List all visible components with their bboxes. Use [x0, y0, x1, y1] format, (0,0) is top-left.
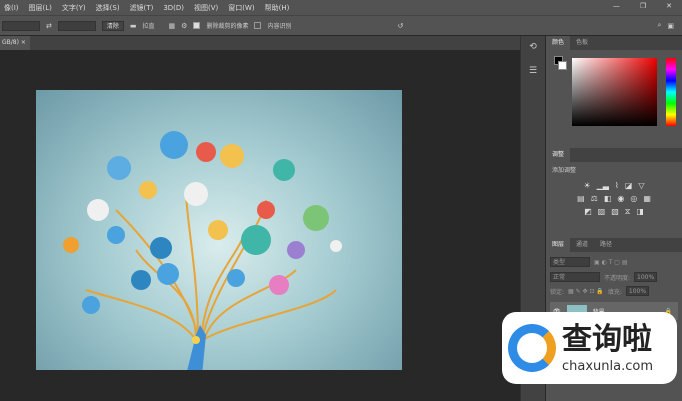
invert-icon[interactable]: ◩ [584, 207, 592, 217]
fill-label: 填充: [607, 288, 622, 296]
color-field[interactable] [572, 58, 657, 126]
undo-icon[interactable]: ↺ [397, 22, 403, 30]
brightness-icon[interactable]: ☀ [583, 181, 590, 190]
workspace-icon[interactable]: ▣ [667, 22, 674, 30]
black-white-icon[interactable]: ◧ [604, 194, 612, 203]
tab-color[interactable]: 颜色 [546, 36, 571, 50]
lock-icons[interactable]: ▦ ✎ ✥ ⊡ 🔒 [568, 288, 604, 295]
document-tab[interactable]: GB/8) × [0, 36, 30, 50]
menu-window[interactable]: 窗口(W) [228, 3, 254, 13]
tab-paths[interactable]: 路径 [594, 238, 618, 252]
restore-icon[interactable]: ❐ [640, 2, 646, 10]
blend-mode-select[interactable]: 正常 [550, 272, 600, 282]
canvas-image[interactable] [36, 90, 402, 370]
document-tab-bar: GB/8) × [0, 36, 520, 50]
menu-view[interactable]: 视图(V) [194, 3, 218, 13]
tab-channels[interactable]: 通道 [570, 238, 594, 252]
gradient-map-icon[interactable]: ◨ [636, 207, 644, 217]
menu-type[interactable]: 文字(Y) [62, 3, 86, 13]
document-tab-title: GB/8) [2, 39, 19, 46]
menu-bar: 像(I) 图层(L) 文字(Y) 选择(S) 滤镜(T) 3D(D) 视图(V)… [0, 0, 682, 15]
menu-3d[interactable]: 3D(D) [163, 4, 184, 12]
adjustments-panel: 添加调整 ☀ ▁▃ ⌇ ◪ ▽ ▤ ⚖ ◧ ◉ ◎ ▦ ◩ ▨ ▧ ⧖ ◨ [546, 162, 682, 226]
watermark-q-icon [508, 324, 556, 372]
watermark-name: 查询啦 [562, 321, 652, 357]
straighten-label[interactable]: 拉直 [143, 21, 155, 30]
selective-color-icon[interactable]: ⧖ [625, 207, 631, 217]
watermark-logo: 查询啦 chaxunla.com [502, 312, 677, 384]
opacity-label: 不透明度: [604, 274, 631, 282]
hue-saturation-icon[interactable]: ▤ [577, 194, 585, 203]
color-lookup-icon[interactable]: ▦ [643, 194, 651, 203]
swap-icon[interactable]: ⇄ [46, 22, 52, 30]
content-aware-checkbox[interactable] [254, 22, 262, 29]
tab-layers[interactable]: 图层 [546, 238, 571, 252]
search-icon[interactable]: ⌕ [657, 21, 661, 30]
exposure-icon[interactable]: ◪ [625, 181, 633, 190]
add-adjustment-label: 添加调整 [552, 167, 577, 174]
height-field[interactable] [57, 20, 96, 31]
posterize-icon[interactable]: ▨ [598, 207, 606, 217]
options-bar: ⇄ 清除 ▬ 拉直 ▦ ⚙ 删除裁剪的像素 内容识别 ↺ ⌕ ▣ [0, 15, 682, 35]
history-icon[interactable]: ⟲ [524, 42, 542, 60]
vibrance-icon[interactable]: ▽ [638, 181, 644, 190]
delete-cropped-checkbox[interactable] [193, 22, 201, 29]
grid-overlay-icon[interactable]: ▦ [169, 22, 176, 30]
curves-icon[interactable]: ⌇ [615, 181, 619, 190]
channel-mixer-icon[interactable]: ◎ [630, 194, 637, 203]
close-icon[interactable]: ✕ [666, 2, 672, 10]
levels-icon[interactable]: ▁▃ [597, 181, 609, 190]
threshold-icon[interactable]: ▧ [611, 207, 619, 217]
gear-icon[interactable]: ⚙ [181, 22, 187, 30]
minimize-icon[interactable]: — [613, 2, 620, 10]
menu-filter[interactable]: 滤镜(T) [130, 3, 154, 13]
tab-adjustments[interactable]: 调整 [546, 148, 571, 162]
clear-button[interactable]: 清除 [101, 20, 124, 31]
width-field[interactable] [2, 20, 40, 31]
hue-slider[interactable] [666, 58, 676, 126]
network-tree-illustration [63, 131, 342, 370]
menu-select[interactable]: 选择(S) [96, 3, 120, 13]
watermark-url: chaxunla.com [562, 358, 653, 374]
lock-label: 锁定: [550, 288, 565, 296]
filter-icons[interactable]: ▣ ◐ T ▢ ▤ [594, 259, 628, 266]
color-balance-icon[interactable]: ⚖ [591, 194, 598, 203]
background-color[interactable] [558, 61, 567, 70]
workspace [0, 50, 520, 401]
content-aware-label: 内容识别 [267, 23, 292, 30]
properties-icon[interactable]: ☰ [524, 66, 542, 84]
close-tab-icon[interactable]: × [21, 39, 26, 46]
fill-field[interactable]: 100% [625, 286, 650, 296]
straighten-icon[interactable]: ▬ [130, 22, 137, 30]
delete-cropped-label: 删除裁剪的像素 [206, 23, 249, 30]
menu-image[interactable]: 像(I) [4, 3, 19, 13]
photo-filter-icon[interactable]: ◉ [617, 194, 624, 203]
tab-swatches[interactable]: 色板 [570, 36, 594, 50]
opacity-field[interactable]: 100% [634, 272, 658, 282]
menu-help[interactable]: 帮助(H) [265, 3, 290, 13]
menu-layer[interactable]: 图层(L) [29, 3, 52, 13]
color-panel [546, 50, 682, 134]
layer-filter-search[interactable]: 类型 [550, 257, 590, 267]
